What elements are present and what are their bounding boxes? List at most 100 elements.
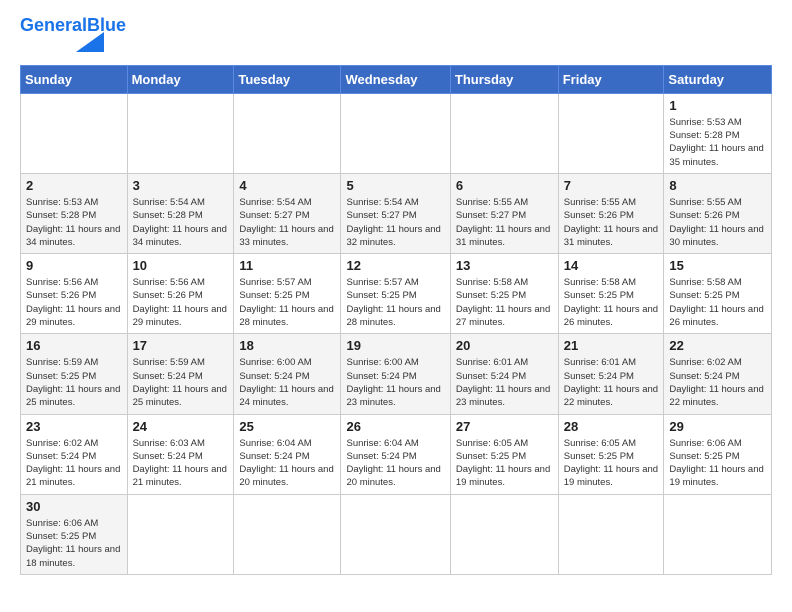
- day-number: 24: [133, 419, 229, 434]
- day-info: Sunrise: 5:57 AM Sunset: 5:25 PM Dayligh…: [239, 276, 335, 329]
- header: GeneralBlue: [20, 16, 772, 57]
- day-number: 16: [26, 338, 122, 353]
- day-number: 23: [26, 419, 122, 434]
- weekday-header-saturday: Saturday: [664, 65, 772, 93]
- calendar-cell: [21, 93, 128, 173]
- calendar-cell: [127, 494, 234, 574]
- calendar-cell: [558, 494, 664, 574]
- calendar-cell: 6 Sunrise: 5:55 AM Sunset: 5:27 PM Daylig…: [450, 173, 558, 253]
- calendar-cell: 1 Sunrise: 5:53 AM Sunset: 5:28 PM Daylig…: [664, 93, 772, 173]
- day-number: 29: [669, 419, 766, 434]
- calendar-cell: 20 Sunrise: 6:01 AM Sunset: 5:24 PM Dayli…: [450, 334, 558, 414]
- calendar-cell: 24 Sunrise: 6:03 AM Sunset: 5:24 PM Dayli…: [127, 414, 234, 494]
- calendar-cell: 15 Sunrise: 5:58 AM Sunset: 5:25 PM Dayli…: [664, 254, 772, 334]
- day-info: Sunrise: 6:02 AM Sunset: 5:24 PM Dayligh…: [26, 437, 122, 490]
- day-number: 18: [239, 338, 335, 353]
- day-number: 26: [346, 419, 444, 434]
- calendar-week-row: 23 Sunrise: 6:02 AM Sunset: 5:24 PM Dayli…: [21, 414, 772, 494]
- calendar-cell: 5 Sunrise: 5:54 AM Sunset: 5:27 PM Daylig…: [341, 173, 450, 253]
- day-number: 11: [239, 258, 335, 273]
- calendar-cell: [341, 93, 450, 173]
- day-info: Sunrise: 6:02 AM Sunset: 5:24 PM Dayligh…: [669, 356, 766, 409]
- calendar-cell: 2Sunrise: 5:53 AM Sunset: 5:28 PM Daylig…: [21, 173, 128, 253]
- day-info: Sunrise: 5:56 AM Sunset: 5:26 PM Dayligh…: [26, 276, 122, 329]
- weekday-header-monday: Monday: [127, 65, 234, 93]
- day-info: Sunrise: 5:58 AM Sunset: 5:25 PM Dayligh…: [564, 276, 659, 329]
- day-number: 20: [456, 338, 553, 353]
- day-info: Sunrise: 6:00 AM Sunset: 5:24 PM Dayligh…: [346, 356, 444, 409]
- day-info: Sunrise: 5:55 AM Sunset: 5:26 PM Dayligh…: [564, 196, 659, 249]
- day-info: Sunrise: 5:56 AM Sunset: 5:26 PM Dayligh…: [133, 276, 229, 329]
- day-number: 14: [564, 258, 659, 273]
- day-number: 19: [346, 338, 444, 353]
- calendar-cell: [234, 93, 341, 173]
- day-info: Sunrise: 5:59 AM Sunset: 5:24 PM Dayligh…: [133, 356, 229, 409]
- day-info: Sunrise: 6:01 AM Sunset: 5:24 PM Dayligh…: [564, 356, 659, 409]
- day-number: 30: [26, 499, 122, 514]
- calendar-cell: 29 Sunrise: 6:06 AM Sunset: 5:25 PM Dayli…: [664, 414, 772, 494]
- day-number: 22: [669, 338, 766, 353]
- day-number: 28: [564, 419, 659, 434]
- day-number: 6: [456, 178, 553, 193]
- day-number: 13: [456, 258, 553, 273]
- calendar-cell: 13 Sunrise: 5:58 AM Sunset: 5:25 PM Dayli…: [450, 254, 558, 334]
- calendar-cell: 21 Sunrise: 6:01 AM Sunset: 5:24 PM Dayli…: [558, 334, 664, 414]
- day-info: Sunrise: 6:03 AM Sunset: 5:24 PM Dayligh…: [133, 437, 229, 490]
- weekday-header-wednesday: Wednesday: [341, 65, 450, 93]
- calendar-cell: 3Sunrise: 5:54 AM Sunset: 5:28 PM Daylig…: [127, 173, 234, 253]
- day-number: 15: [669, 258, 766, 273]
- calendar-cell: [664, 494, 772, 574]
- day-info: Sunrise: 6:06 AM Sunset: 5:25 PM Dayligh…: [26, 517, 122, 570]
- day-info: Sunrise: 5:55 AM Sunset: 5:26 PM Dayligh…: [669, 196, 766, 249]
- day-number: 7: [564, 178, 659, 193]
- calendar-cell: 17Sunrise: 5:59 AM Sunset: 5:24 PM Dayli…: [127, 334, 234, 414]
- calendar-cell: 28 Sunrise: 6:05 AM Sunset: 5:25 PM Dayli…: [558, 414, 664, 494]
- logo: GeneralBlue: [20, 16, 126, 57]
- day-info: Sunrise: 6:05 AM Sunset: 5:25 PM Dayligh…: [564, 437, 659, 490]
- calendar-week-row: 1 Sunrise: 5:53 AM Sunset: 5:28 PM Daylig…: [21, 93, 772, 173]
- day-number: 4: [239, 178, 335, 193]
- day-number: 8: [669, 178, 766, 193]
- calendar-cell: 12 Sunrise: 5:57 AM Sunset: 5:25 PM Dayli…: [341, 254, 450, 334]
- day-number: 1: [669, 98, 766, 113]
- calendar-cell: [450, 494, 558, 574]
- calendar-cell: [234, 494, 341, 574]
- day-info: Sunrise: 5:53 AM Sunset: 5:28 PM Dayligh…: [669, 116, 766, 169]
- day-number: 27: [456, 419, 553, 434]
- day-info: Sunrise: 6:06 AM Sunset: 5:25 PM Dayligh…: [669, 437, 766, 490]
- calendar-week-row: 30 Sunrise: 6:06 AM Sunset: 5:25 PM Dayli…: [21, 494, 772, 574]
- day-number: 9: [26, 258, 122, 273]
- calendar-cell: 27 Sunrise: 6:05 AM Sunset: 5:25 PM Dayli…: [450, 414, 558, 494]
- calendar-cell: 10 Sunrise: 5:56 AM Sunset: 5:26 PM Dayli…: [127, 254, 234, 334]
- calendar-table: SundayMondayTuesdayWednesdayThursdayFrid…: [20, 65, 772, 575]
- calendar-cell: 9 Sunrise: 5:56 AM Sunset: 5:26 PM Daylig…: [21, 254, 128, 334]
- day-number: 3: [133, 178, 229, 193]
- day-info: Sunrise: 5:54 AM Sunset: 5:27 PM Dayligh…: [239, 196, 335, 249]
- day-info: Sunrise: 5:58 AM Sunset: 5:25 PM Dayligh…: [456, 276, 553, 329]
- day-info: Sunrise: 6:05 AM Sunset: 5:25 PM Dayligh…: [456, 437, 553, 490]
- day-info: Sunrise: 6:01 AM Sunset: 5:24 PM Dayligh…: [456, 356, 553, 409]
- day-info: Sunrise: 6:04 AM Sunset: 5:24 PM Dayligh…: [239, 437, 335, 490]
- day-number: 12: [346, 258, 444, 273]
- day-info: Sunrise: 6:00 AM Sunset: 5:24 PM Dayligh…: [239, 356, 335, 409]
- calendar-cell: 18 Sunrise: 6:00 AM Sunset: 5:24 PM Dayli…: [234, 334, 341, 414]
- calendar-cell: [558, 93, 664, 173]
- day-info: Sunrise: 5:55 AM Sunset: 5:27 PM Dayligh…: [456, 196, 553, 249]
- weekday-header-thursday: Thursday: [450, 65, 558, 93]
- logo-text: GeneralBlue: [20, 16, 126, 36]
- day-info: Sunrise: 5:57 AM Sunset: 5:25 PM Dayligh…: [346, 276, 444, 329]
- calendar-cell: 19 Sunrise: 6:00 AM Sunset: 5:24 PM Dayli…: [341, 334, 450, 414]
- calendar-cell: 14 Sunrise: 5:58 AM Sunset: 5:25 PM Dayli…: [558, 254, 664, 334]
- day-info: Sunrise: 5:58 AM Sunset: 5:25 PM Dayligh…: [669, 276, 766, 329]
- day-number: 25: [239, 419, 335, 434]
- day-number: 10: [133, 258, 229, 273]
- calendar-cell: [450, 93, 558, 173]
- day-number: 5: [346, 178, 444, 193]
- day-number: 21: [564, 338, 659, 353]
- day-number: 2: [26, 178, 122, 193]
- calendar-week-row: 16 Sunrise: 5:59 AM Sunset: 5:25 PM Dayli…: [21, 334, 772, 414]
- day-info: Sunrise: 5:54 AM Sunset: 5:27 PM Dayligh…: [346, 196, 444, 249]
- calendar-cell: 23 Sunrise: 6:02 AM Sunset: 5:24 PM Dayli…: [21, 414, 128, 494]
- calendar-cell: 25 Sunrise: 6:04 AM Sunset: 5:24 PM Dayli…: [234, 414, 341, 494]
- day-info: Sunrise: 5:59 AM Sunset: 5:25 PM Dayligh…: [26, 356, 122, 409]
